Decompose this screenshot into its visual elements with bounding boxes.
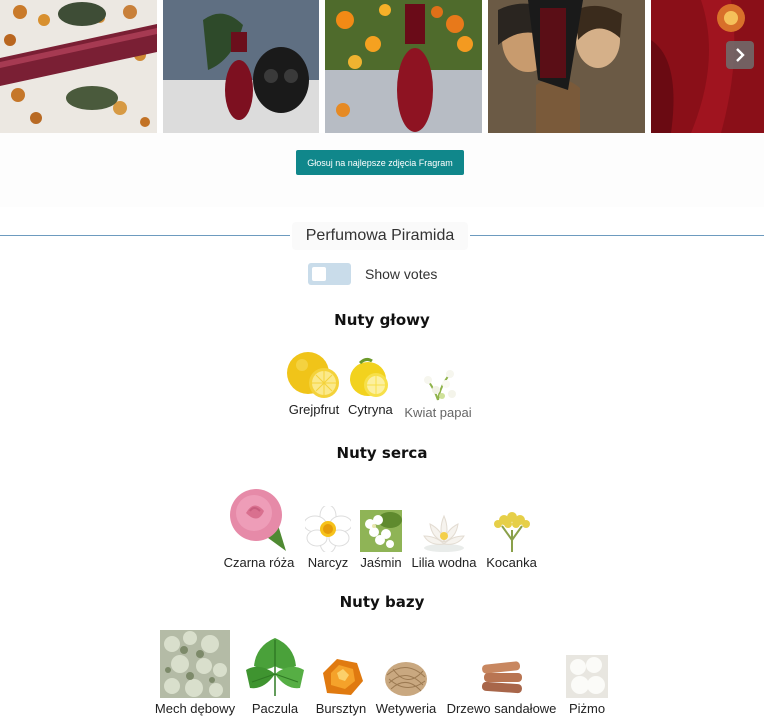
show-votes-toggle[interactable]: [308, 263, 351, 285]
note-black-rose[interactable]: Czarna róża: [221, 485, 297, 570]
note-label: Drzewo sandałowe: [446, 701, 557, 716]
note-musk[interactable]: Piżmo: [566, 655, 608, 716]
note-label: Kocanka: [486, 555, 537, 570]
note-label: Czarna róża: [223, 555, 295, 570]
note-label: Kwiat papai: [404, 405, 472, 420]
note-vetiver[interactable]: Wetyweria: [373, 655, 439, 716]
show-votes-row: Show votes: [308, 263, 437, 285]
lemon-icon: [350, 357, 389, 397]
note-oakmoss[interactable]: Mech dębowy: [152, 630, 238, 716]
base-notes-title: Nuty bazy: [339, 593, 425, 611]
note-label: Jaśmin: [360, 555, 402, 570]
note-label: Bursztyn: [315, 701, 367, 716]
vetiver-icon: [385, 662, 427, 696]
immortelle-icon: [493, 512, 530, 552]
note-label: Grejpfrut: [288, 402, 340, 417]
amber-icon: [323, 659, 363, 695]
vote-band: Głosuj na najlepsze zdjęcia Fragram: [0, 133, 764, 207]
note-amber[interactable]: Bursztyn: [314, 655, 368, 716]
note-label: Mech dębowy: [154, 701, 236, 716]
section-divider-left: [0, 235, 290, 236]
water-lily-icon: [423, 514, 465, 552]
note-jasmine[interactable]: Jaśmin: [359, 510, 403, 570]
note-label: Cytryna: [348, 402, 393, 417]
note-label: Narcyz: [307, 555, 349, 570]
photo-carousel: [0, 0, 764, 133]
note-papaya-flower[interactable]: Kwiat papai: [402, 366, 474, 420]
sandalwood-icon: [481, 661, 522, 694]
note-patchouli[interactable]: Paczula: [244, 636, 306, 716]
narcissus-icon: [305, 506, 351, 552]
note-grapefruit[interactable]: Grejpfrut: [286, 349, 342, 417]
grapefruit-icon: [287, 352, 339, 398]
note-label: Lilia wodna: [411, 555, 477, 570]
photo-bottle-painting[interactable]: [488, 0, 645, 133]
top-notes-title: Nuty głowy: [334, 311, 430, 329]
note-label: Wetyweria: [375, 701, 437, 716]
photo-amber-resin[interactable]: [0, 0, 157, 133]
note-narcissus[interactable]: Narcyz: [305, 506, 351, 570]
note-sandalwood[interactable]: Drzewo sandałowe: [443, 655, 560, 716]
chevron-right-icon: [736, 48, 745, 62]
rose-icon: [230, 489, 286, 551]
note-label: Piżmo: [568, 701, 606, 716]
note-water-lily[interactable]: Lilia wodna: [408, 510, 480, 570]
pyramid-title: Perfumowa Piramida: [292, 222, 468, 250]
patchouli-icon: [246, 638, 304, 696]
jasmine-icon: [360, 510, 402, 552]
heart-notes-title: Nuty serca: [336, 444, 428, 462]
note-label: Paczula: [251, 701, 299, 716]
photo-bottle-skull[interactable]: [163, 0, 319, 133]
papaya-flower-icon: [424, 370, 456, 401]
musk-icon: [566, 655, 608, 698]
vote-photos-button[interactable]: Głosuj na najlepsze zdjęcia Fragram: [296, 150, 464, 175]
section-divider-right: [470, 235, 764, 236]
oakmoss-icon: [160, 630, 230, 698]
note-lemon[interactable]: Cytryna: [348, 355, 393, 417]
photo-bottle-marigolds[interactable]: [325, 0, 482, 133]
show-votes-label: Show votes: [365, 266, 438, 282]
note-immortelle[interactable]: Kocanka: [484, 510, 539, 570]
carousel-next-button[interactable]: [726, 41, 754, 69]
